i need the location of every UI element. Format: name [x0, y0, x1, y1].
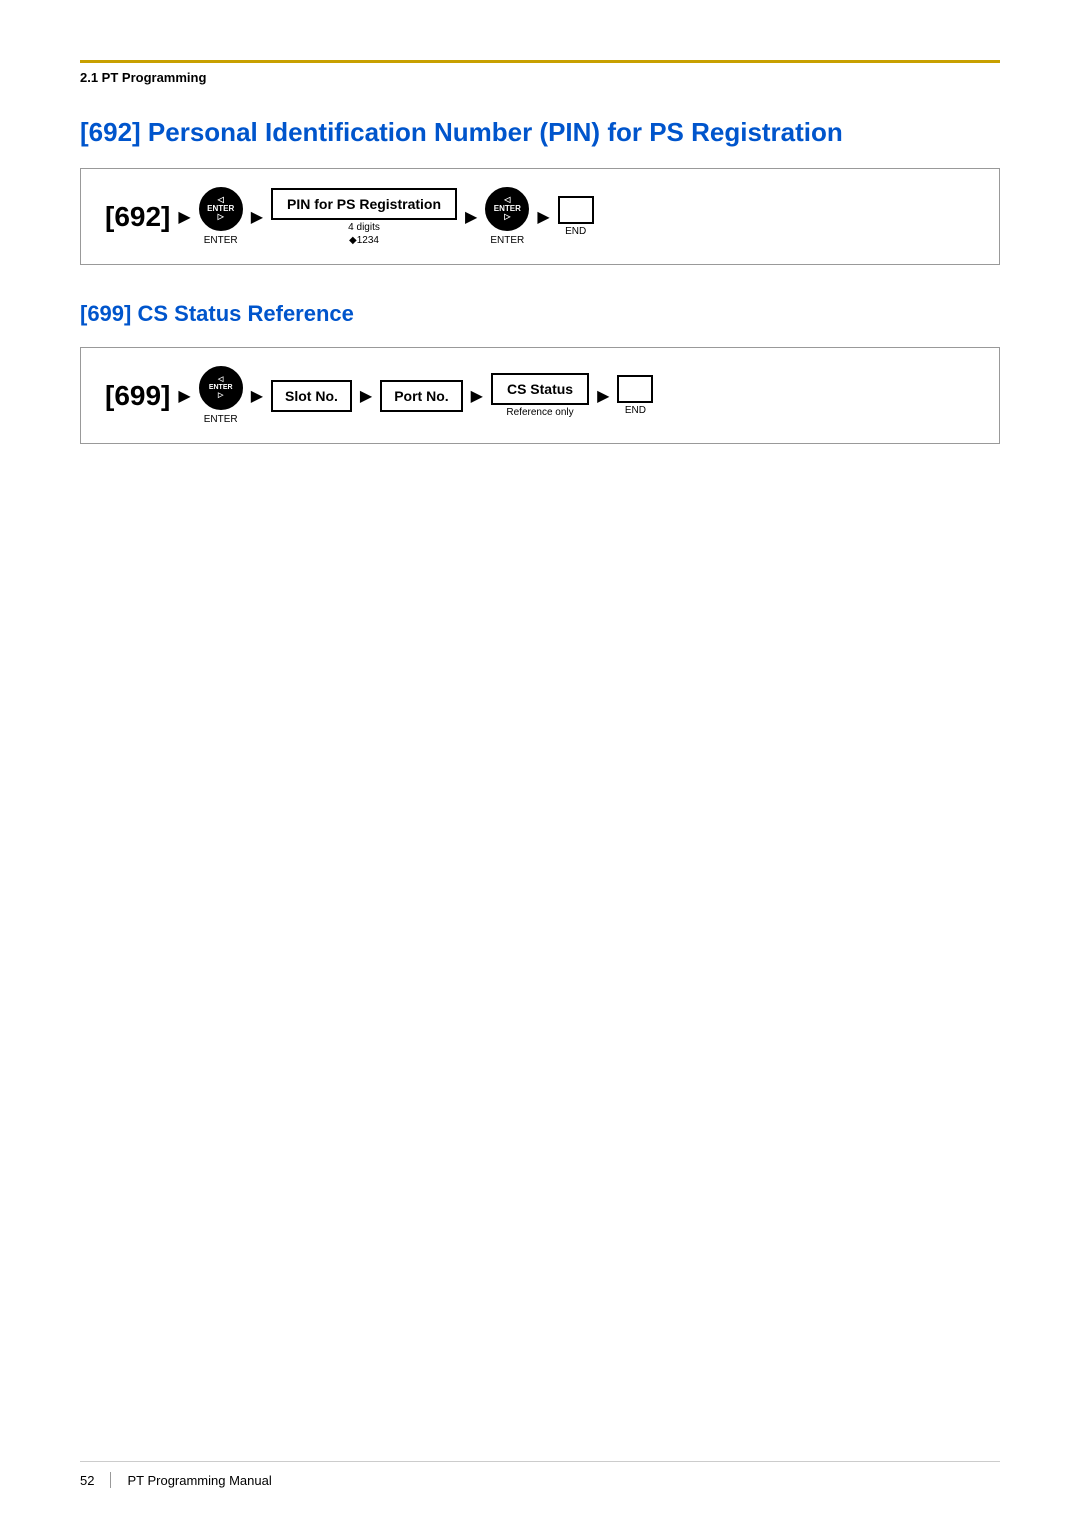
- arrow-1: ▶: [178, 207, 190, 227]
- footer: 52 PT Programming Manual: [80, 1461, 1000, 1488]
- end-label-699: END: [625, 405, 646, 416]
- enter-label-699: ENTER: [204, 414, 238, 425]
- cs-enter-text: ◁ENTER▷: [209, 376, 233, 399]
- enter-circle-1: ◁ENTER▷ ENTER: [199, 187, 243, 246]
- arrow-2: ▶: [251, 207, 263, 227]
- diagram-692: [692] ▶ ◁ENTER▷ ENTER ▶ PIN for PS Regis…: [80, 168, 1000, 265]
- diagram-699: [699] ▶ ◁ENTER▷ ENTER ▶ Slot No. ▶ Port …: [80, 347, 1000, 444]
- enter-label-1: ENTER: [204, 235, 238, 246]
- end-group-692: END: [558, 196, 594, 237]
- end-box-692: [558, 196, 594, 224]
- arrow-699-5: ▶: [597, 386, 609, 406]
- pin-step-sub1: 4 digits: [348, 222, 380, 233]
- enter-btn-text-1: ◁ENTER▷: [207, 196, 234, 222]
- enter-btn-text-2: ◁ENTER▷: [494, 196, 521, 222]
- enter-label-2: ENTER: [490, 235, 524, 246]
- section-header: 2.1 PT Programming: [80, 60, 1000, 87]
- end-group-699: END: [617, 375, 653, 416]
- arrow-699-1: ▶: [178, 386, 190, 406]
- heading-699: [699] CS Status Reference: [80, 301, 1000, 327]
- port-no-box: Port No.: [380, 380, 462, 412]
- cs-status-box: CS Status: [491, 373, 589, 405]
- page: 2.1 PT Programming [692] Personal Identi…: [0, 0, 1080, 1528]
- code-699: [699]: [105, 380, 170, 412]
- flow-row-692: [692] ▶ ◁ENTER▷ ENTER ▶ PIN for PS Regis…: [105, 187, 594, 246]
- arrow-3: ▶: [465, 207, 477, 227]
- end-label-692: END: [565, 226, 586, 237]
- arrow-699-4: ▶: [471, 386, 483, 406]
- end-box-699: [617, 375, 653, 403]
- arrow-4: ▶: [537, 207, 549, 227]
- flow-row-699: [699] ▶ ◁ENTER▷ ENTER ▶ Slot No. ▶ Port …: [105, 366, 653, 425]
- pin-step-group: PIN for PS Registration 4 digits ◆1234: [271, 188, 457, 246]
- enter-button-1: ◁ENTER▷: [199, 187, 243, 231]
- section-header-label: 2.1 PT Programming: [80, 70, 206, 85]
- footer-title: PT Programming Manual: [127, 1473, 271, 1488]
- heading-692: [692] Personal Identification Number (PI…: [80, 117, 1000, 148]
- enter-circle-2: ◁ENTER▷ ENTER: [485, 187, 529, 246]
- cs-enter-button: ◁ENTER▷: [199, 366, 243, 410]
- enter-button-2: ◁ENTER▷: [485, 187, 529, 231]
- code-692: [692]: [105, 201, 170, 233]
- arrow-699-2: ▶: [251, 386, 263, 406]
- footer-divider: [110, 1472, 111, 1488]
- slot-no-box: Slot No.: [271, 380, 352, 412]
- pin-step-sub2: ◆1234: [349, 235, 379, 246]
- pin-step-box: PIN for PS Registration: [271, 188, 457, 220]
- enter-circle-699: ◁ENTER▷ ENTER: [199, 366, 243, 425]
- reference-sub: Reference only: [506, 407, 573, 418]
- arrow-699-3: ▶: [360, 386, 372, 406]
- cs-status-group: CS Status Reference only: [491, 373, 589, 418]
- footer-page-number: 52: [80, 1473, 94, 1488]
